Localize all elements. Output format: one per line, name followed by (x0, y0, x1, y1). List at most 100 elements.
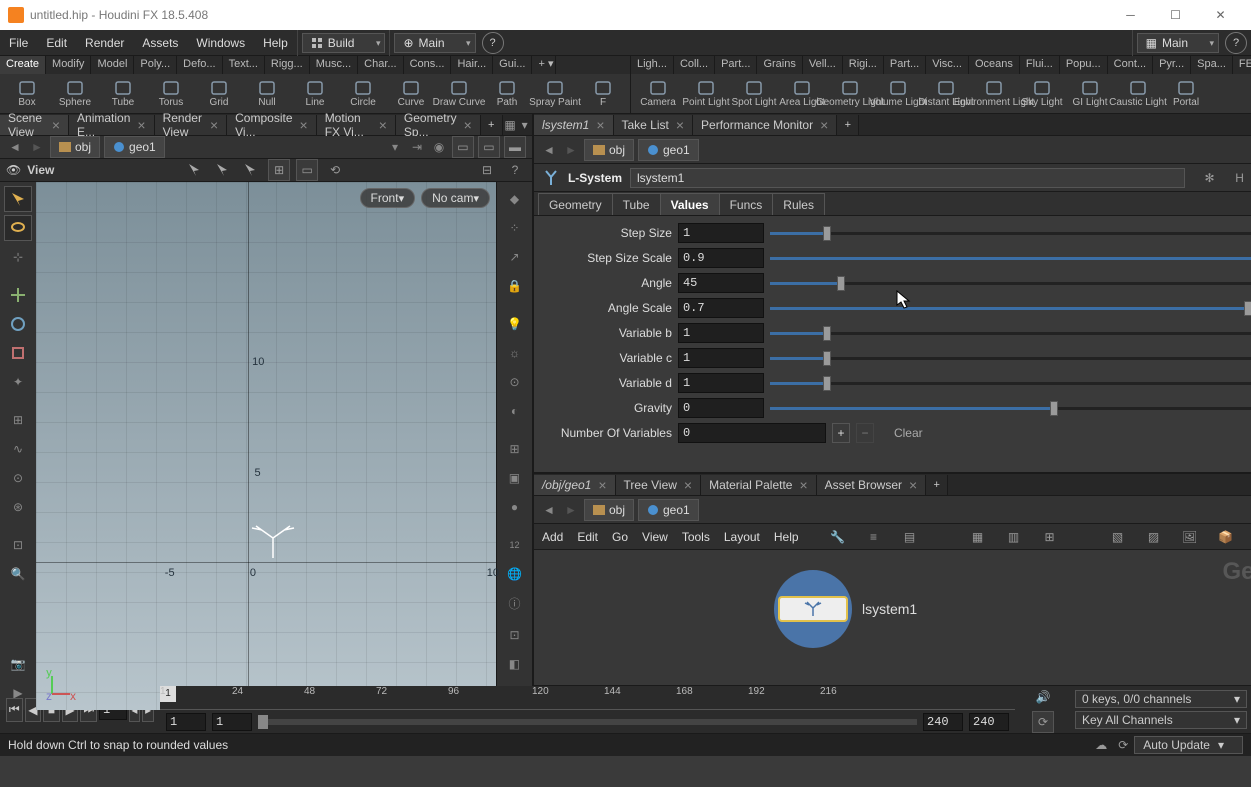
netmenu-view[interactable]: View (642, 530, 668, 544)
shelf-tool[interactable]: Circle (340, 76, 386, 112)
snap-grid[interactable]: ⊞ (4, 407, 32, 433)
align-icon[interactable]: ▤ (899, 526, 921, 548)
add-tab[interactable]: + (837, 115, 859, 135)
start-frame-field[interactable]: 1 (212, 713, 252, 731)
param-tab-geometry[interactable]: Geometry (538, 193, 613, 215)
shaded-mode[interactable]: ▣ (500, 465, 528, 491)
shelf-tab[interactable]: Create (0, 56, 46, 74)
pane-tab[interactable]: lsystem1× (534, 115, 614, 135)
shelf-tool[interactable]: Spot Light (731, 76, 777, 112)
param-slider[interactable] (770, 373, 1251, 393)
snap-point[interactable]: ⊙ (4, 465, 32, 491)
network-view[interactable]: Geometry lsystem1 (534, 550, 1251, 685)
netmenu-add[interactable]: Add (542, 530, 563, 544)
range-start-field[interactable]: 1 (166, 713, 206, 731)
sticky-icon[interactable]: ▨ (1143, 526, 1165, 548)
bulb-icon[interactable]: ☼ (500, 340, 528, 366)
shelf-tool[interactable]: Line (292, 76, 338, 112)
shelf-tab[interactable]: Pyr... (1153, 56, 1191, 74)
shelf-tool[interactable]: Point Light (683, 76, 729, 112)
lasso-tool[interactable] (4, 215, 32, 241)
select-tool-1[interactable] (184, 159, 206, 181)
maximize-button[interactable]: ☐ (1153, 0, 1198, 30)
param-tab-rules[interactable]: Rules (772, 193, 825, 215)
menu-help[interactable]: Help (254, 30, 297, 56)
shelf-tool[interactable]: Caustic Light (1115, 76, 1161, 112)
param-slider[interactable] (770, 223, 1251, 243)
pane-tab[interactable]: Render View× (155, 115, 228, 135)
shelf-tab[interactable]: Oceans (969, 56, 1020, 74)
light-toggle[interactable]: 💡 (500, 311, 528, 337)
info-toggle[interactable]: ⓘ (500, 590, 528, 616)
list-icon[interactable]: ≡ (863, 526, 885, 548)
pane-tab[interactable]: Scene View× (0, 115, 69, 135)
forward-button[interactable]: ► (562, 141, 580, 159)
view-toggle[interactable]: ▭ (296, 159, 318, 181)
shelf-tab[interactable]: Cont... (1108, 56, 1153, 74)
shelf-tab[interactable]: Rigg... (265, 56, 310, 74)
pane-tab[interactable]: Take List× (614, 115, 694, 135)
select-tool-2[interactable] (212, 159, 234, 181)
path-obj[interactable]: obj (50, 136, 100, 158)
close-button[interactable]: ✕ (1198, 0, 1243, 30)
record-icon[interactable]: ◉ (430, 138, 448, 156)
shelf-tab[interactable]: Vell... (803, 56, 843, 74)
shelf-tab[interactable]: Cons... (404, 56, 452, 74)
first-frame-button[interactable]: ⏮ (6, 698, 23, 722)
toggle-c[interactable]: ▬ (504, 136, 526, 158)
menu-assets[interactable]: Assets (133, 30, 187, 56)
shelf-tab[interactable]: Visc... (926, 56, 969, 74)
gear-icon[interactable]: ✻ (1199, 167, 1221, 189)
lock-icon[interactable]: 🔒 (500, 273, 528, 299)
menu-file[interactable]: File (0, 30, 37, 56)
snap-toggle[interactable]: ⊞ (268, 159, 290, 181)
shelf-tab[interactable]: Gui... (493, 56, 532, 74)
display-primitive[interactable]: ◆ (500, 186, 528, 212)
shelf-tool[interactable]: Sky Light (1019, 76, 1065, 112)
wireframe-mode[interactable]: ⊞ (500, 436, 528, 462)
toggle-b[interactable]: ▭ (478, 136, 500, 158)
shelf-tab[interactable]: Defo... (177, 56, 222, 74)
close-icon[interactable]: × (598, 477, 606, 493)
shelf-tool[interactable]: Torus (148, 76, 194, 112)
help-button[interactable]: ? (1225, 32, 1247, 54)
range-end-field[interactable]: 240 (969, 713, 1009, 731)
timeline-ruler[interactable]: 1 124487296120144168192216 (160, 686, 1015, 710)
param-slider[interactable] (770, 323, 1251, 343)
pane-tab[interactable]: Tree View× (616, 475, 702, 495)
palette-icon[interactable]: ▧ (1107, 526, 1129, 548)
key-selection-dropdown[interactable]: 0 keys, 0/0 channels▾ (1075, 690, 1247, 708)
param-tab-funcs[interactable]: Funcs (719, 193, 774, 215)
radial-info-button[interactable]: ? (482, 32, 504, 54)
close-icon[interactable]: × (137, 117, 145, 133)
param-tab-tube[interactable]: Tube (612, 193, 661, 215)
shelf-tool[interactable]: Null (244, 76, 290, 112)
close-icon[interactable]: × (379, 117, 387, 133)
pane-tab[interactable]: /obj/geo1× (534, 475, 616, 495)
close-icon[interactable]: × (820, 117, 828, 133)
wrench-icon[interactable]: 🔧 (827, 526, 849, 548)
close-icon[interactable]: × (909, 477, 917, 493)
shelf-tab[interactable]: Modify (46, 56, 91, 74)
shelf-tab[interactable]: Char... (358, 56, 403, 74)
pane-tab[interactable]: Material Palette× (701, 475, 817, 495)
close-icon[interactable]: × (799, 477, 807, 493)
help-icon[interactable]: ? (504, 159, 526, 181)
close-icon[interactable]: × (300, 117, 308, 133)
view-tool[interactable]: ⊡ (4, 532, 32, 558)
shelf-tab[interactable]: Text... (223, 56, 265, 74)
netmenu-go[interactable]: Go (612, 530, 628, 544)
end-frame-field[interactable]: 240 (923, 713, 963, 731)
select-tool-3[interactable] (240, 159, 262, 181)
shelf-tool[interactable]: Portal (1163, 76, 1209, 112)
cloud-icon[interactable]: ☁ (1090, 734, 1112, 756)
grid-view-icon[interactable]: ▦ (967, 526, 989, 548)
shelf-tool[interactable]: Grid (196, 76, 242, 112)
add-tab[interactable]: + (926, 475, 948, 495)
network-node-lsystem1[interactable]: lsystem1 (774, 570, 917, 648)
pane-tab[interactable]: Motion FX Vi...× (317, 115, 396, 135)
menu-edit[interactable]: Edit (37, 30, 76, 56)
rotate-tool[interactable] (4, 311, 32, 337)
color-correct[interactable]: ◧ (500, 651, 528, 677)
display-normals[interactable]: ↗ (500, 244, 528, 270)
